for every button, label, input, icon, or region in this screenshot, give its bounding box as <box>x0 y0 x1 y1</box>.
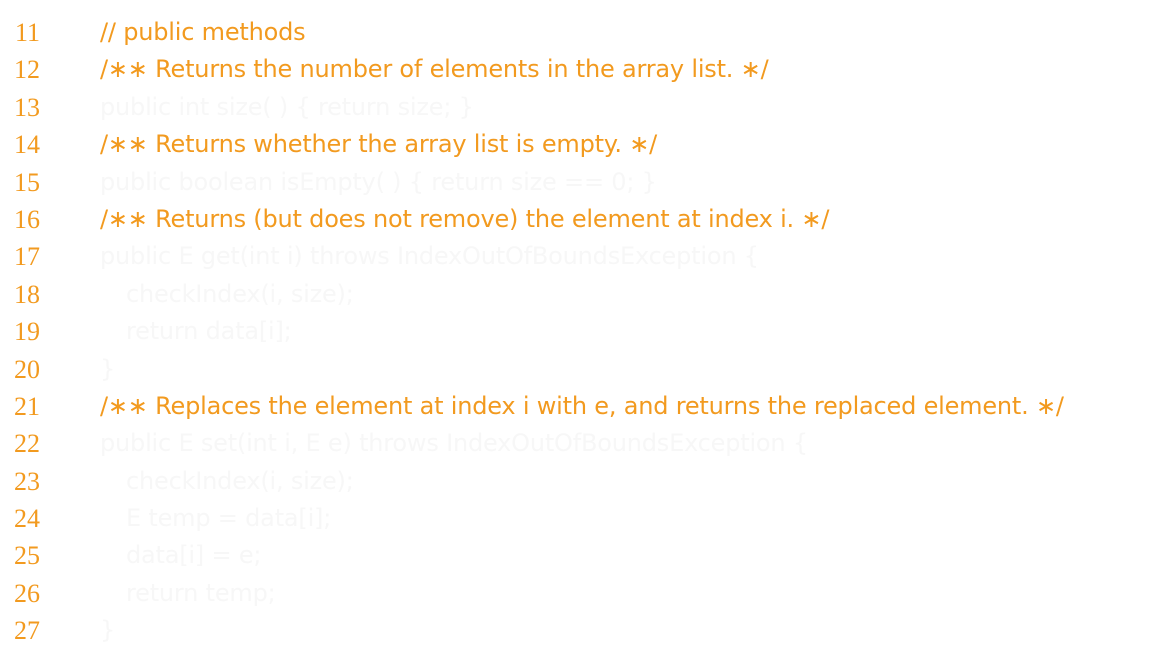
code-statement: checkIndex(i, size); <box>126 279 354 308</box>
code-statement: public E get(int i) throws IndexOutOfBou… <box>100 242 759 271</box>
code-line: 19 return data[i]; <box>0 313 1166 350</box>
code-line: 23 checkIndex(i, size); <box>0 463 1166 500</box>
code-statement: public E set(int i, E e) throws IndexOut… <box>100 429 808 458</box>
code-line: 21 /∗∗ Replaces the element at index i wi… <box>0 388 1166 425</box>
line-number: 24 <box>14 504 40 534</box>
code-statement: return temp; <box>126 578 276 607</box>
code-line: 20} <box>0 351 1166 388</box>
line-number: 19 <box>14 317 40 347</box>
line-number: 21 <box>14 391 40 421</box>
code-line: 13 public int size( ) { return size; } <box>0 89 1166 126</box>
code-line: 17 public E get(int i) throws IndexOutOfB… <box>0 238 1166 275</box>
line-number: 12 <box>14 55 40 85</box>
code-statement: } <box>100 616 116 645</box>
line-number: 18 <box>14 279 40 309</box>
code-line: 27} <box>0 612 1166 649</box>
line-number: 26 <box>14 578 40 608</box>
line-number: 16 <box>14 204 40 234</box>
line-number: 25 <box>14 541 40 571</box>
line-number: 14 <box>14 130 40 160</box>
code-statement: public int size( ) { return size; } <box>100 92 474 121</box>
line-number: 20 <box>14 354 40 384</box>
code-statement: return data[i]; <box>126 317 292 346</box>
code-line: 15 public boolean isEmpty( ) { return siz… <box>0 164 1166 201</box>
code-statement: } <box>100 354 116 383</box>
code-line: 18 checkIndex(i, size); <box>0 276 1166 313</box>
code-line: 14 /∗∗ Returns whether the array list is … <box>0 126 1166 163</box>
code-statement: E temp = data[i]; <box>126 504 332 533</box>
code-statement: data[i] = e; <box>126 541 262 570</box>
line-number: 22 <box>14 429 40 459</box>
code-comment: /∗∗ Replaces the element at index i with… <box>100 391 1064 420</box>
code-line: 26 return temp; <box>0 575 1166 612</box>
line-number: 13 <box>14 92 40 122</box>
code-comment: // public methods <box>100 18 306 46</box>
line-number: 23 <box>14 466 40 496</box>
line-number: 15 <box>14 167 40 197</box>
code-statement: public boolean isEmpty( ) { return size … <box>100 167 657 196</box>
code-line: 24 E temp = data[i]; <box>0 500 1166 537</box>
code-line: 16 /∗∗ Returns (but does not remove) the … <box>0 201 1166 238</box>
code-line: 22 public E set(int i, E e) throws IndexO… <box>0 425 1166 462</box>
code-line: 25 data[i] = e; <box>0 537 1166 574</box>
code-comment: /∗∗ Returns whether the array list is em… <box>100 130 658 159</box>
code-statement: checkIndex(i, size); <box>126 466 354 495</box>
code-line: 11 // public methods <box>0 14 1166 51</box>
line-number: 11 <box>14 18 40 47</box>
code-comment: /∗∗ Returns (but does not remove) the el… <box>100 204 830 233</box>
line-number: 17 <box>14 242 40 272</box>
code-line: 12 /∗∗ Returns the number of elements in … <box>0 51 1166 88</box>
code-comment: /∗∗ Returns the number of elements in th… <box>100 55 769 84</box>
line-number: 27 <box>14 616 40 646</box>
code-listing: 11 // public methods 12 /∗∗ Returns the num… <box>0 14 1166 650</box>
